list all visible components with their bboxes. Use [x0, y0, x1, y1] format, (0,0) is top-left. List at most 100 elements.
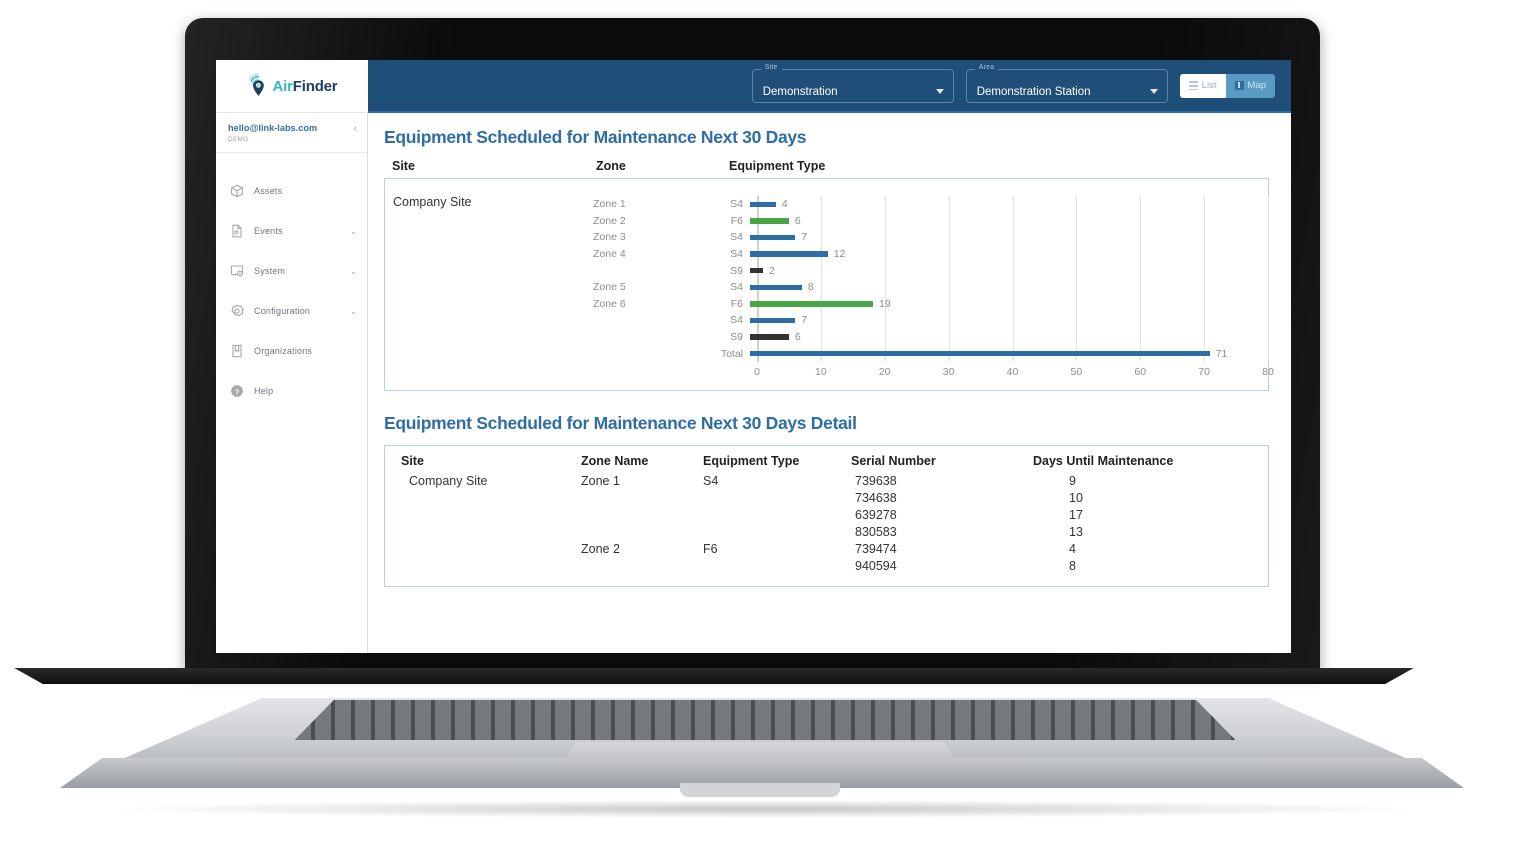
chart-gridline	[1268, 196, 1269, 362]
table-row[interactable]: Zone 2 F6 739474 4	[395, 540, 1258, 557]
area-selector[interactable]: Area Demonstration Station	[965, 63, 1168, 103]
chart-bar-row: S9 6	[720, 329, 1268, 346]
chart-bar-rows: S4 4 F6 6 S4 7 S4 12 S9 2 S4 8 F6 19 S4 7 S9 6 Total 71	[720, 196, 1269, 362]
cell-type	[703, 506, 851, 523]
help-circle-icon: ?	[230, 384, 244, 398]
chart-bar-type-label: S4	[730, 281, 743, 294]
cell-type: F6	[703, 541, 718, 556]
cell-days: 13	[1069, 524, 1083, 539]
table-row[interactable]: 734638 10	[395, 489, 1258, 506]
chart-bar[interactable]	[750, 350, 1210, 357]
table-row[interactable]: 940594 8	[395, 557, 1258, 574]
chart-site-value: Company Site	[393, 195, 472, 209]
book-icon	[230, 344, 244, 358]
view-toggle: List Map	[1179, 73, 1275, 98]
chart-zone-label: Zone 1	[593, 198, 626, 211]
chart-bar-value: 7	[801, 231, 808, 244]
chart-bar[interactable]	[750, 218, 789, 224]
chart-bar-type-label: S9	[730, 264, 743, 277]
chart-zone-label: Zone 3	[593, 231, 626, 244]
laptop-latch-notch	[680, 783, 840, 797]
cell-type	[703, 557, 851, 574]
user-block: hello@link-labs.com DEMO ‹	[216, 113, 367, 154]
cell-zone	[581, 489, 703, 506]
cell-zone	[581, 557, 703, 574]
chart-x-tick-label: 20	[878, 365, 891, 378]
chart-bar-value: 2	[768, 264, 775, 277]
cell-site	[395, 540, 581, 557]
table-row[interactable]: 830583 13	[395, 523, 1258, 540]
chevron-down-icon	[935, 88, 944, 94]
chart-bar[interactable]	[750, 301, 874, 307]
gear-icon	[230, 304, 244, 318]
user-role-badge: DEMO	[228, 136, 249, 144]
sidebar-item-assets[interactable]: Assets	[216, 171, 367, 211]
column-header-days: Days Until Maintenance	[1033, 454, 1174, 468]
chart-bar-value: 7	[801, 314, 808, 327]
sidebar-item-label: Organizations	[254, 346, 313, 357]
cell-serial: 830583	[855, 524, 897, 539]
top-bar: AirFinder Site Demonstration Area Demons…	[216, 60, 1291, 113]
column-header-serial: Serial Number	[851, 454, 936, 468]
chart-bar-value: 8	[807, 281, 814, 294]
cube-icon	[230, 184, 244, 198]
chart-bar[interactable]	[750, 267, 763, 274]
cell-days: 4	[1069, 541, 1076, 556]
collapse-sidebar-icon[interactable]: ‹	[354, 124, 357, 134]
chart-site-column: Company Site	[385, 187, 593, 390]
site-selector[interactable]: Site Demonstration	[751, 63, 954, 103]
table-row[interactable]: 639278 17	[395, 506, 1258, 523]
chart-bar[interactable]	[750, 201, 776, 208]
chart-bar-value: 12	[833, 248, 846, 261]
logo-text-air: Air	[272, 77, 293, 95]
sidebar-item-configuration[interactable]: Configuration ⌄	[216, 291, 367, 331]
chart-bar-type-label: Total	[720, 347, 743, 360]
body-row: hello@link-labs.com DEMO ‹ Assets Events…	[216, 113, 1291, 653]
table-header-row: Site Zone Name Equipment Type Serial Num…	[395, 454, 1258, 472]
chart-x-axis: 0 10 20 30 40 50 60 70 80	[754, 362, 1274, 384]
cell-zone	[581, 506, 703, 523]
chart-bar-track: 71	[750, 345, 1268, 362]
chart-bar-row: S9 2	[720, 262, 1268, 279]
cell-zone	[581, 523, 703, 540]
laptop-base	[0, 668, 1524, 828]
chart-bar[interactable]	[750, 284, 802, 291]
sidebar-item-events[interactable]: Events ⌄	[216, 211, 367, 251]
chart-bar-row: S4 7	[720, 229, 1268, 246]
cell-serial: 940594	[855, 558, 897, 573]
cell-site	[395, 506, 581, 523]
chart-section-title: Equipment Scheduled for Maintenance Next…	[384, 127, 807, 147]
list-view-label: List	[1201, 80, 1217, 91]
monitor-gear-icon	[230, 264, 244, 278]
list-view-button[interactable]: List	[1179, 73, 1226, 98]
sidebar: hello@link-labs.com DEMO ‹ Assets Events…	[216, 113, 368, 653]
list-icon	[1188, 81, 1198, 90]
cell-serial: 734638	[855, 490, 897, 505]
detail-section-title: Equipment Scheduled for Maintenance Next…	[384, 413, 857, 433]
chart-x-tick-label: 40	[1006, 365, 1019, 378]
table-row[interactable]: Company Site Zone 1 S4 739638 9	[395, 472, 1258, 489]
chart-x-tick-label: 30	[942, 365, 955, 378]
chart-bar-type-label: S4	[730, 231, 743, 244]
cell-days: 8	[1069, 558, 1076, 573]
sidebar-item-organizations[interactable]: Organizations	[216, 331, 367, 371]
column-header-zone: Zone Name	[581, 454, 649, 468]
sidebar-item-help[interactable]: ? Help	[216, 371, 367, 411]
maintenance-bar-chart: Company Site Zone 1 Zone 2 Zone 3 Zone 4 Zo…	[384, 178, 1274, 391]
brand-cell: AirFinder	[216, 60, 368, 113]
cell-type	[703, 489, 851, 506]
chart-bar-type-label: S9	[730, 331, 743, 344]
chart-x-tick-label: 10	[815, 365, 827, 378]
cell-site	[395, 489, 581, 506]
chart-header-equipment-type: Equipment Type	[729, 159, 826, 173]
chart-bar[interactable]	[750, 234, 796, 241]
chart-bar[interactable]	[750, 334, 789, 340]
map-view-button[interactable]: Map	[1225, 73, 1275, 98]
chart-bar[interactable]	[750, 317, 796, 324]
chart-bar[interactable]	[750, 251, 828, 257]
column-header-type: Equipment Type	[703, 454, 800, 468]
airfinder-logo[interactable]: AirFinder	[247, 73, 338, 98]
sidebar-item-system[interactable]: System ⌄	[216, 251, 367, 291]
cell-type	[703, 523, 851, 540]
chart-header-zone: Zone	[596, 159, 626, 173]
